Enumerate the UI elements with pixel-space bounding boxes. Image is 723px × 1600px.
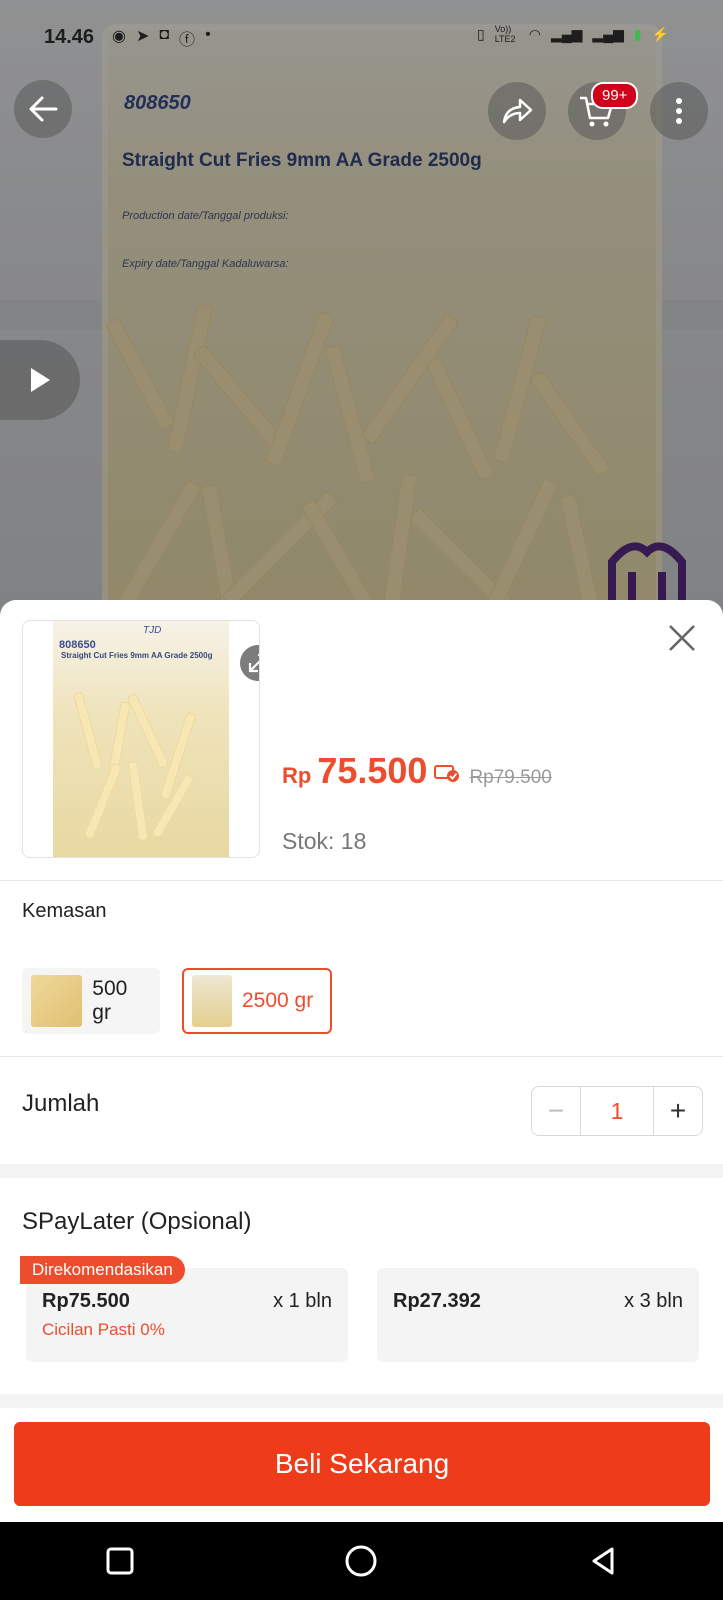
share-icon <box>502 98 533 124</box>
section-separator <box>0 1394 723 1408</box>
play-video-button[interactable] <box>0 340 80 420</box>
recent-apps-icon[interactable] <box>105 1546 135 1576</box>
plan-note: Cicilan Pasti 0% <box>42 1320 165 1339</box>
buy-now-button[interactable]: Beli Sekarang <box>14 1422 710 1506</box>
plan-tenor: x 3 bln <box>624 1290 683 1312</box>
decrease-quantity-button[interactable]: − <box>532 1087 580 1135</box>
plan-amount: Rp75.500 <box>42 1290 130 1312</box>
vibrate-icon: ▯ <box>477 25 485 42</box>
signal-2-icon: ▂▄▆ <box>592 25 624 42</box>
facebook-icon: ⓕ <box>179 32 196 49</box>
back-button[interactable] <box>14 80 72 138</box>
battery-icon: ▮ <box>633 25 642 42</box>
recommended-badge: Direkomendasikan <box>20 1256 185 1284</box>
voucher-check-icon <box>434 765 460 782</box>
back-nav-icon[interactable] <box>588 1546 618 1576</box>
variant-label: 500 gr <box>92 977 128 1024</box>
system-icons: ▯ Vo)) LTE2 ◠ ▂▄▆ ▂▄▆ ▮ ⚡ <box>477 24 669 44</box>
status-bar: 14.46 ◉ ➤ ◘ ⓕ • ▯ Vo)) LTE2 ◠ ▂▄▆ ▂▄▆ ▮ … <box>0 0 723 72</box>
divider <box>0 880 723 881</box>
more-dot-icon: • <box>205 26 211 43</box>
quantity-label: Jumlah <box>22 1090 100 1117</box>
whatsapp-icon: ◉ <box>112 28 126 45</box>
product-thumbnail[interactable]: 808650 TJD Straight Cut Fries 9mm AA Gra… <box>22 620 260 858</box>
paylater-plan-3[interactable]: Rp27.392 x 3 bln <box>377 1268 699 1362</box>
charging-icon: ⚡ <box>651 25 669 42</box>
variant-image <box>192 975 232 1027</box>
quantity-stepper: − 1 + <box>531 1086 703 1136</box>
thumbnail-name: Straight Cut Fries 9mm AA Grade 2500g <box>61 651 213 660</box>
divider <box>0 1056 723 1057</box>
play-icon <box>31 368 50 392</box>
increase-quantity-button[interactable]: + <box>654 1087 702 1135</box>
variant-section-label: Kemasan <box>22 900 107 922</box>
network-label: Vo)) LTE2 <box>494 24 516 44</box>
telegram-icon: ➤ <box>135 28 150 45</box>
quantity-value[interactable]: 1 <box>580 1087 654 1135</box>
expand-image-button[interactable] <box>240 645 259 681</box>
thumbnail-code: 808650 <box>59 639 96 651</box>
system-nav-bar <box>0 1522 723 1600</box>
share-button[interactable] <box>488 82 546 140</box>
variant-option-500gr[interactable]: 500 gr <box>22 968 160 1034</box>
notification-icons: ◉ ➤ ◘ ⓕ • <box>112 26 211 50</box>
price-currency: Rp <box>282 763 312 788</box>
home-icon[interactable] <box>344 1544 378 1578</box>
signal-icon: ▂▄▆ <box>550 25 583 42</box>
variant-label: 2500 gr <box>242 989 314 1012</box>
wifi-icon: ◠ <box>528 25 541 42</box>
expand-icon <box>248 653 259 673</box>
cart-badge: 99+ <box>591 82 639 109</box>
price-row: Rp 75.500 Rp79.500 <box>282 750 552 792</box>
arrow-left-icon <box>29 96 58 122</box>
section-separator <box>0 1164 723 1178</box>
more-options-button[interactable] <box>650 82 708 140</box>
variant-option-2500gr[interactable]: 2500 gr <box>182 968 332 1034</box>
discord-icon: ◘ <box>159 26 170 43</box>
paylater-title: SPayLater (Opsional) <box>22 1208 252 1235</box>
thumbnail-image: 808650 TJD Straight Cut Fries 9mm AA Gra… <box>53 621 229 857</box>
close-icon[interactable] <box>664 620 700 656</box>
variant-bottom-sheet: 808650 TJD Straight Cut Fries 9mm AA Gra… <box>0 600 723 1522</box>
thumbnail-brand: TJD <box>143 625 162 636</box>
current-price: 75.500 <box>317 750 428 791</box>
more-vertical-icon <box>676 98 682 124</box>
plan-amount: Rp27.392 <box>393 1290 481 1312</box>
stock-text: Stok: 18 <box>282 828 367 854</box>
variant-image <box>31 975 83 1027</box>
status-time: 14.46 <box>44 26 95 48</box>
plan-tenor: x 1 bln <box>273 1290 332 1312</box>
original-price: Rp79.500 <box>469 767 552 788</box>
